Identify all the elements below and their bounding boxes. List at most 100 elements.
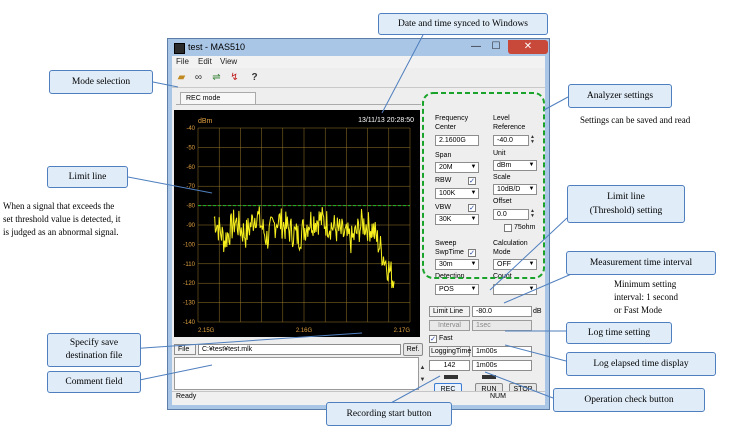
- y-tick-label: -60: [186, 165, 195, 171]
- span-value: 20M: [439, 164, 453, 171]
- unit-select[interactable]: dBm ▼: [493, 160, 537, 171]
- y-tick-label: -40: [186, 126, 195, 132]
- comment-field[interactable]: [174, 357, 419, 390]
- chevron-down-icon: ▼: [528, 261, 535, 267]
- log-elapsed-field: 1m00s: [472, 360, 532, 371]
- y-tick-label: -70: [186, 184, 195, 190]
- callout-comment-field: Comment field: [47, 371, 141, 393]
- chevron-down-icon: ▼: [470, 190, 477, 196]
- vbw-checkbox[interactable]: ✓: [468, 204, 476, 212]
- span-select[interactable]: 20M ▼: [435, 162, 479, 173]
- toolbar: ▰ ∞ ⇌ ↯ ?: [172, 69, 545, 88]
- callout-analyzer-settings: Analyzer settings: [568, 84, 672, 108]
- status-num: NUM: [490, 393, 506, 400]
- minimize-button[interactable]: —: [466, 40, 486, 54]
- scale-select[interactable]: 10dB/D ▼: [493, 184, 537, 195]
- menu-file[interactable]: File: [176, 57, 189, 66]
- count-select[interactable]: ▼: [493, 284, 537, 295]
- grid: [197, 127, 411, 323]
- limit-note-line-1: When a signal that exceeds the: [3, 201, 115, 211]
- swptime-value: 30m: [439, 261, 453, 268]
- settings-note: Settings can be saved and read: [580, 115, 691, 125]
- record-icon[interactable]: ↯: [227, 71, 242, 84]
- title-bar[interactable]: test - MAS510 — ☐ ✕: [168, 39, 549, 56]
- chevron-down-icon: ▼: [470, 286, 477, 292]
- rbw-checkbox[interactable]: ✓: [468, 177, 476, 185]
- callout-save-file: Specify save destination file: [47, 333, 141, 367]
- callout-limit-setting: Limit line (Threshold) setting: [567, 185, 685, 223]
- logging-time-field[interactable]: 1m00s: [472, 346, 532, 357]
- y-axis-ticks: -40 -50 -60 -70 -80 -90 -100 -110 -120 -130 -140: [183, 126, 196, 326]
- window-title: test - MAS510: [188, 42, 246, 52]
- menu-view[interactable]: View: [220, 57, 237, 66]
- interval-note: Minimum setting interval: 1 second or Fa…: [614, 278, 678, 317]
- callout-limit-line: Limit line: [47, 166, 128, 188]
- vbw-value: 30K: [439, 216, 452, 223]
- detection-value: POS: [439, 286, 454, 293]
- vbw-select[interactable]: 30K ▼: [435, 214, 479, 225]
- interval-note-line-3: or Fast Mode: [614, 305, 662, 315]
- fast-checkbox[interactable]: ✓: [429, 335, 437, 343]
- mode-value: OFF: [497, 261, 511, 268]
- scale-value: 10dB/D: [497, 186, 521, 193]
- interval-note-line-1: Minimum setting: [614, 279, 677, 289]
- callout-operation-check: Operation check button: [553, 388, 705, 412]
- file-label: File: [174, 344, 196, 355]
- swptime-select[interactable]: 30m ▼: [435, 259, 479, 270]
- limit-line-field[interactable]: -80.0: [472, 306, 532, 317]
- span-label: Span: [435, 152, 452, 159]
- detection-select[interactable]: POS ▼: [435, 284, 479, 295]
- vbw-label: VBW: [435, 204, 451, 211]
- help-icon[interactable]: ?: [247, 71, 262, 84]
- callout-rec-start: Recording start button: [326, 402, 452, 426]
- x-tick-label: 2.16G: [296, 328, 313, 334]
- y-tick-label: -80: [186, 204, 195, 210]
- sweep-label: Sweep: [435, 240, 457, 247]
- offset-spinner[interactable]: ▲ ▼: [529, 209, 536, 220]
- reference-label: Reference: [493, 124, 526, 131]
- callout-measurement-interval: Measurement time interval: [566, 251, 716, 275]
- save-file-line-1: Specify save: [69, 338, 119, 348]
- comment-scrollbar[interactable]: ▲ ▼: [419, 362, 426, 386]
- unit-select-label: Unit: [493, 150, 506, 157]
- file-path-field[interactable]: C:¥test¥test.mlk: [198, 344, 401, 355]
- close-button[interactable]: ✕: [508, 40, 548, 54]
- scale-label: Scale: [493, 174, 511, 181]
- transfer-icon[interactable]: ⇌: [209, 71, 224, 84]
- interval-label: Interval: [429, 320, 470, 331]
- maximize-button[interactable]: ☐: [486, 40, 506, 54]
- y-tick-label: -100: [183, 242, 196, 248]
- menu-edit[interactable]: Edit: [198, 57, 212, 66]
- timestamp-label: 13/11/13 20:28:50: [358, 117, 414, 124]
- open-folder-icon[interactable]: ▰: [174, 71, 189, 84]
- binoculars-icon[interactable]: ∞: [191, 71, 206, 84]
- offset-label: Offset: [493, 198, 512, 205]
- ohm-checkbox[interactable]: [504, 224, 512, 232]
- chevron-down-icon: ▼: [528, 186, 535, 192]
- interval-note-line-2: interval: 1 second: [614, 292, 678, 302]
- app-icon: [174, 43, 185, 54]
- tab-rec-mode[interactable]: REC mode: [180, 92, 256, 104]
- center-label: Center: [435, 124, 457, 131]
- reference-field[interactable]: -40.0: [493, 135, 529, 146]
- center-frequency-field[interactable]: 2.1600G: [435, 135, 479, 146]
- rec-indicator: [444, 375, 458, 379]
- chevron-down-icon: ▼: [528, 162, 535, 168]
- limit-note-line-2: set threshold value is detected, it: [3, 214, 121, 224]
- x-tick-label: 2.17G: [394, 328, 411, 334]
- callout-date-time: Date and time synced to Windows: [378, 13, 548, 35]
- limit-note-line-3: is judged as an abnormal signal.: [3, 227, 119, 237]
- rbw-value: 100K: [439, 190, 456, 197]
- ref-button[interactable]: Ref.: [403, 343, 423, 356]
- swptime-checkbox[interactable]: ✓: [468, 249, 476, 257]
- y-tick-label: -140: [183, 320, 196, 326]
- calculation-label: Calculation: [493, 240, 528, 247]
- fast-label: Fast: [439, 335, 453, 342]
- rbw-select[interactable]: 100K ▼: [435, 188, 479, 199]
- mode-select[interactable]: OFF ▼: [493, 259, 537, 270]
- unit-label: dBm: [198, 118, 213, 125]
- reference-spinner[interactable]: ▲ ▼: [529, 135, 536, 146]
- interval-field[interactable]: 1sec: [472, 320, 532, 331]
- offset-field[interactable]: 0.0: [493, 209, 529, 220]
- count-label: Count: [493, 273, 512, 280]
